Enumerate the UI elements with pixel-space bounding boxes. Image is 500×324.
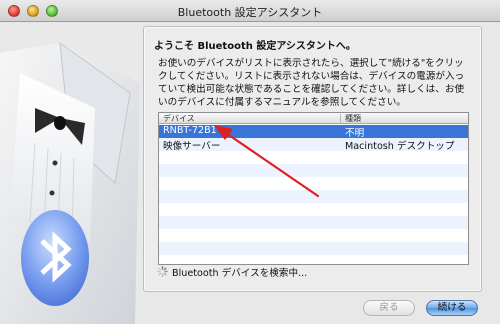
column-header-type[interactable]: 種類 xyxy=(345,113,361,124)
column-separator xyxy=(340,114,341,123)
device-list-header: デバイス 種類 xyxy=(159,113,468,124)
device-row[interactable]: 映像サーバー Macintosh デスクトップ xyxy=(159,138,468,152)
bluetooth-setup-window: Bluetooth 設定アシスタント ようこそ Bluetooth 設定アシスタ… xyxy=(0,0,500,324)
search-status-text: Bluetooth デバイスを検索中... xyxy=(172,268,308,279)
title-bar[interactable]: Bluetooth 設定アシスタント xyxy=(0,0,500,22)
continue-button[interactable]: 続ける xyxy=(426,300,478,316)
empty-row xyxy=(159,229,468,242)
device-type: Macintosh デスクトップ xyxy=(345,141,455,152)
empty-row xyxy=(159,151,468,164)
back-button[interactable]: 戻る xyxy=(363,300,415,316)
device-row[interactable]: RNBT-72B1 不明 xyxy=(159,125,468,139)
instructions-text: お使いのデバイスがリストに表示されたら、選択して"続ける"をクリックしてください… xyxy=(158,58,465,108)
empty-row xyxy=(159,177,468,190)
device-name: RNBT-72B1 xyxy=(163,125,217,136)
welcome-heading: ようこそ Bluetooth 設定アシスタントへ。 xyxy=(154,41,356,52)
empty-row xyxy=(159,164,468,177)
device-type: 不明 xyxy=(345,128,365,139)
empty-row xyxy=(159,203,468,216)
assistant-panel: ようこそ Bluetooth 設定アシスタントへ。 お使いのデバイスがリストに表… xyxy=(143,26,482,292)
window-title: Bluetooth 設定アシスタント xyxy=(177,6,323,19)
device-list[interactable]: デバイス 種類 RNBT-72B1 不明映像サーバー Macintosh デスクトッ… xyxy=(158,112,469,265)
empty-row xyxy=(159,242,468,255)
device-name: 映像サーバー xyxy=(163,141,221,152)
progress-spinner-icon xyxy=(157,266,168,277)
column-header-device[interactable]: デバイス xyxy=(163,113,195,124)
empty-row xyxy=(159,190,468,203)
empty-row xyxy=(159,216,468,229)
tuxedo-illustration xyxy=(0,23,145,324)
tuxedo-decoration xyxy=(0,23,145,324)
